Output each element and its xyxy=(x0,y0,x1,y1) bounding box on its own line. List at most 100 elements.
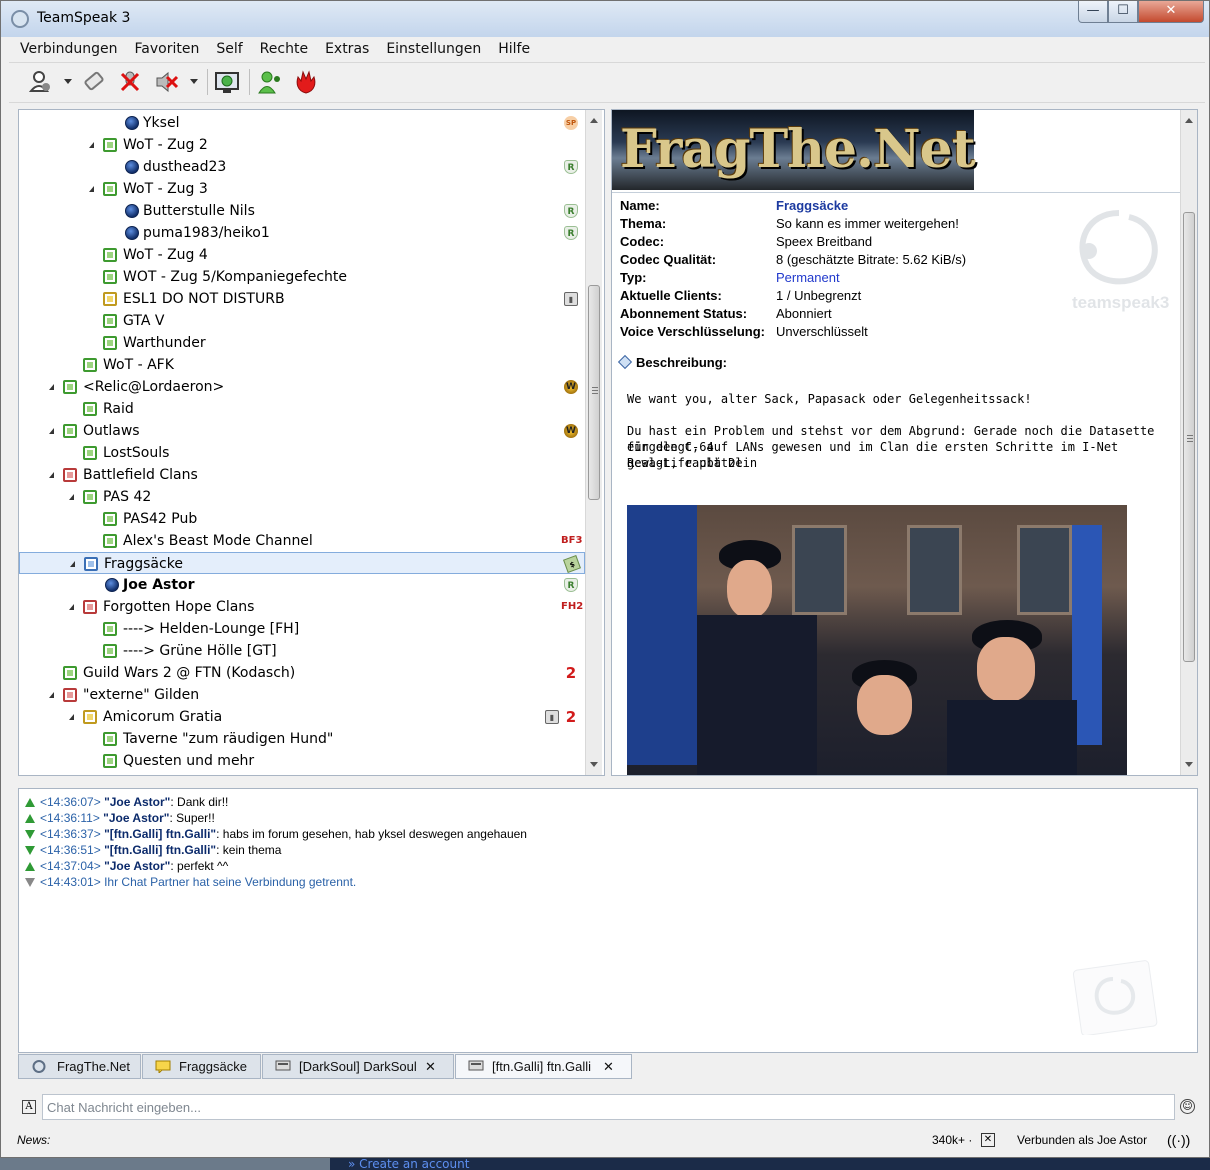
collapse-triangle-icon[interactable] xyxy=(69,494,74,500)
scroll-down-icon[interactable] xyxy=(1185,762,1193,767)
channel-row[interactable]: Guild Wars 2 @ FTN (Kodasch) 2 xyxy=(19,662,585,684)
chat-input[interactable] xyxy=(42,1094,1175,1120)
channel-row[interactable]: Fraggsäcke $ xyxy=(19,552,585,574)
outgoing-arrow-icon xyxy=(25,798,35,808)
away-monitor-icon[interactable] xyxy=(214,69,240,95)
channel-row[interactable]: Taverne "zum räudigen Hund" xyxy=(19,728,585,750)
scroll-up-icon[interactable] xyxy=(1185,118,1193,123)
collapse-triangle-icon[interactable] xyxy=(49,428,54,434)
collapse-triangle-icon[interactable] xyxy=(49,692,54,698)
channel-row[interactable]: ----> Helden-Lounge [FH] xyxy=(19,618,585,640)
channel-row[interactable]: ESL1 DO NOT DISTURB ▮ xyxy=(19,288,585,310)
menu-verbindungen[interactable]: Verbindungen xyxy=(9,37,124,57)
scrollbar-thumb[interactable] xyxy=(588,285,600,500)
collapse-triangle-icon[interactable] xyxy=(89,142,94,148)
tree-label: Outlaws xyxy=(83,423,140,439)
channel-row[interactable]: PAS 42 xyxy=(19,486,585,508)
client-row[interactable]: puma1983/heiko1 R xyxy=(19,222,585,244)
info-scrollbar[interactable] xyxy=(1180,110,1197,775)
channel-row[interactable]: WoT - Zug 2 xyxy=(19,134,585,156)
bandwidth-close-icon[interactable]: ✕ xyxy=(981,1133,995,1147)
connect-icon[interactable] xyxy=(27,69,53,95)
close-tab-icon[interactable]: ✕ xyxy=(425,1060,436,1073)
menu-hilfe[interactable]: Hilfe xyxy=(487,37,536,57)
info-field-value[interactable]: Permanent xyxy=(776,269,840,287)
chat-sender[interactable]: "[ftn.Galli] ftn.Galli" xyxy=(101,843,216,857)
chat-log[interactable]: <14:36:07> "Joe Astor": Dank dir!! <14:36… xyxy=(18,788,1198,1053)
channel-row[interactable]: PAS42 Pub xyxy=(19,508,585,530)
collapse-triangle-icon[interactable] xyxy=(49,472,54,478)
channel-row[interactable]: Questen und mehr xyxy=(19,750,585,772)
menu-extras[interactable]: Extras xyxy=(314,37,375,57)
channel-row[interactable]: WoT - Zug 4 xyxy=(19,244,585,266)
disconnect-eraser-icon[interactable] xyxy=(81,69,107,95)
tab-label: FragThe.Net xyxy=(57,1059,130,1074)
channel-tree[interactable]: Yksel SP WoT - Zug 2 dusthead23 R WoT - Zug 3… xyxy=(18,109,605,776)
text-format-icon[interactable]: A xyxy=(22,1100,36,1114)
client-row[interactable]: dusthead23 R xyxy=(19,156,585,178)
money-icon: $ xyxy=(563,555,581,573)
close-button[interactable]: ✕ xyxy=(1138,1,1204,23)
channel-icon xyxy=(103,182,117,196)
channel-row[interactable]: Outlaws W xyxy=(19,420,585,442)
channel-row[interactable]: GTA V xyxy=(19,310,585,332)
close-tab-icon[interactable]: ✕ xyxy=(603,1060,614,1073)
activate-microphone-icon[interactable] xyxy=(293,69,319,95)
collapse-triangle-icon[interactable] xyxy=(69,604,74,610)
client-row[interactable]: Butterstulle Nils R xyxy=(19,200,585,222)
channel-row[interactable]: WOT - Zug 5/Kompaniegefechte xyxy=(19,266,585,288)
channel-row[interactable]: WoT - Zug 3 xyxy=(19,178,585,200)
chat-timestamp: <14:43:01> xyxy=(40,875,101,889)
chat-sender[interactable]: "Joe Astor" xyxy=(100,811,169,825)
channel-row[interactable]: <Relic@Lordaeron> W xyxy=(19,376,585,398)
client-row[interactable]: Joe Astor R xyxy=(19,574,585,596)
chat-sender[interactable]: "Joe Astor" xyxy=(101,859,170,873)
channel-icon xyxy=(63,468,77,482)
collapse-triangle-icon[interactable] xyxy=(49,384,54,390)
tree-scrollbar[interactable] xyxy=(585,110,602,775)
channel-icon xyxy=(103,512,117,526)
collapse-triangle-icon[interactable] xyxy=(69,714,74,720)
chat-sender[interactable]: "Joe Astor" xyxy=(101,795,170,809)
channel-row[interactable]: ----> Grüne Hölle [GT] xyxy=(19,640,585,662)
channel-row[interactable]: Warthunder xyxy=(19,332,585,354)
chat-text: : Super!! xyxy=(169,811,215,825)
collapse-triangle-icon[interactable] xyxy=(70,561,75,567)
channel-row[interactable]: Forgotten Hope Clans FH2 xyxy=(19,596,585,618)
maximize-button[interactable]: ☐ xyxy=(1108,1,1138,23)
channel-icon xyxy=(83,490,97,504)
channel-row[interactable]: WoT - AFK xyxy=(19,354,585,376)
tab-server[interactable]: FragThe.Net xyxy=(18,1054,141,1079)
channel-row[interactable]: Battlefield Clans xyxy=(19,464,585,486)
tree-label: PAS 42 xyxy=(103,489,152,505)
scroll-down-icon[interactable] xyxy=(590,762,598,767)
channel-row[interactable]: Alex's Beast Mode Channel BF3 xyxy=(19,530,585,552)
scroll-up-icon[interactable] xyxy=(590,118,598,123)
menu-favoriten[interactable]: Favoriten xyxy=(124,37,206,57)
channel-row[interactable]: "externe" Gilden xyxy=(19,684,585,706)
menu-einstellungen[interactable]: Einstellungen xyxy=(375,37,487,57)
menu-self[interactable]: Self xyxy=(205,37,248,57)
mute-dropdown-arrow-icon[interactable] xyxy=(190,79,198,84)
channel-row[interactable]: Amicorum Gratia ▮ 2 xyxy=(19,706,585,728)
chat-sender[interactable]: "[ftn.Galli] ftn.Galli" xyxy=(101,827,216,841)
info-field-key: Codec Qualität: xyxy=(620,252,717,267)
title-bar[interactable]: TeamSpeak 3 — ☐ ✕ xyxy=(1,1,1209,37)
tab-channel[interactable]: Fraggsäcke xyxy=(142,1054,261,1079)
contacts-icon[interactable] xyxy=(257,69,283,95)
connection-quality-icon[interactable]: ((·)) xyxy=(1167,1131,1190,1149)
mute-speakers-icon[interactable] xyxy=(153,69,179,95)
connect-dropdown-arrow-icon[interactable] xyxy=(64,79,72,84)
tab-private-darksoul[interactable]: [DarkSoul] DarkSoul ✕ xyxy=(262,1054,454,1079)
mute-microphone-icon[interactable] xyxy=(117,69,143,95)
scrollbar-thumb[interactable] xyxy=(1183,212,1195,662)
teamspeak-chat-logo-icon xyxy=(1072,960,1158,1035)
channel-row[interactable]: Raid xyxy=(19,398,585,420)
tab-private-galli[interactable]: [ftn.Galli] ftn.Galli ✕ xyxy=(455,1054,632,1079)
channel-row[interactable]: LostSouls xyxy=(19,442,585,464)
collapse-triangle-icon[interactable] xyxy=(89,186,94,192)
emoticon-icon[interactable]: ☺ xyxy=(1180,1099,1195,1114)
minimize-button[interactable]: — xyxy=(1078,1,1108,23)
client-row[interactable]: Yksel SP xyxy=(19,112,585,134)
menu-rechte[interactable]: Rechte xyxy=(249,37,314,57)
